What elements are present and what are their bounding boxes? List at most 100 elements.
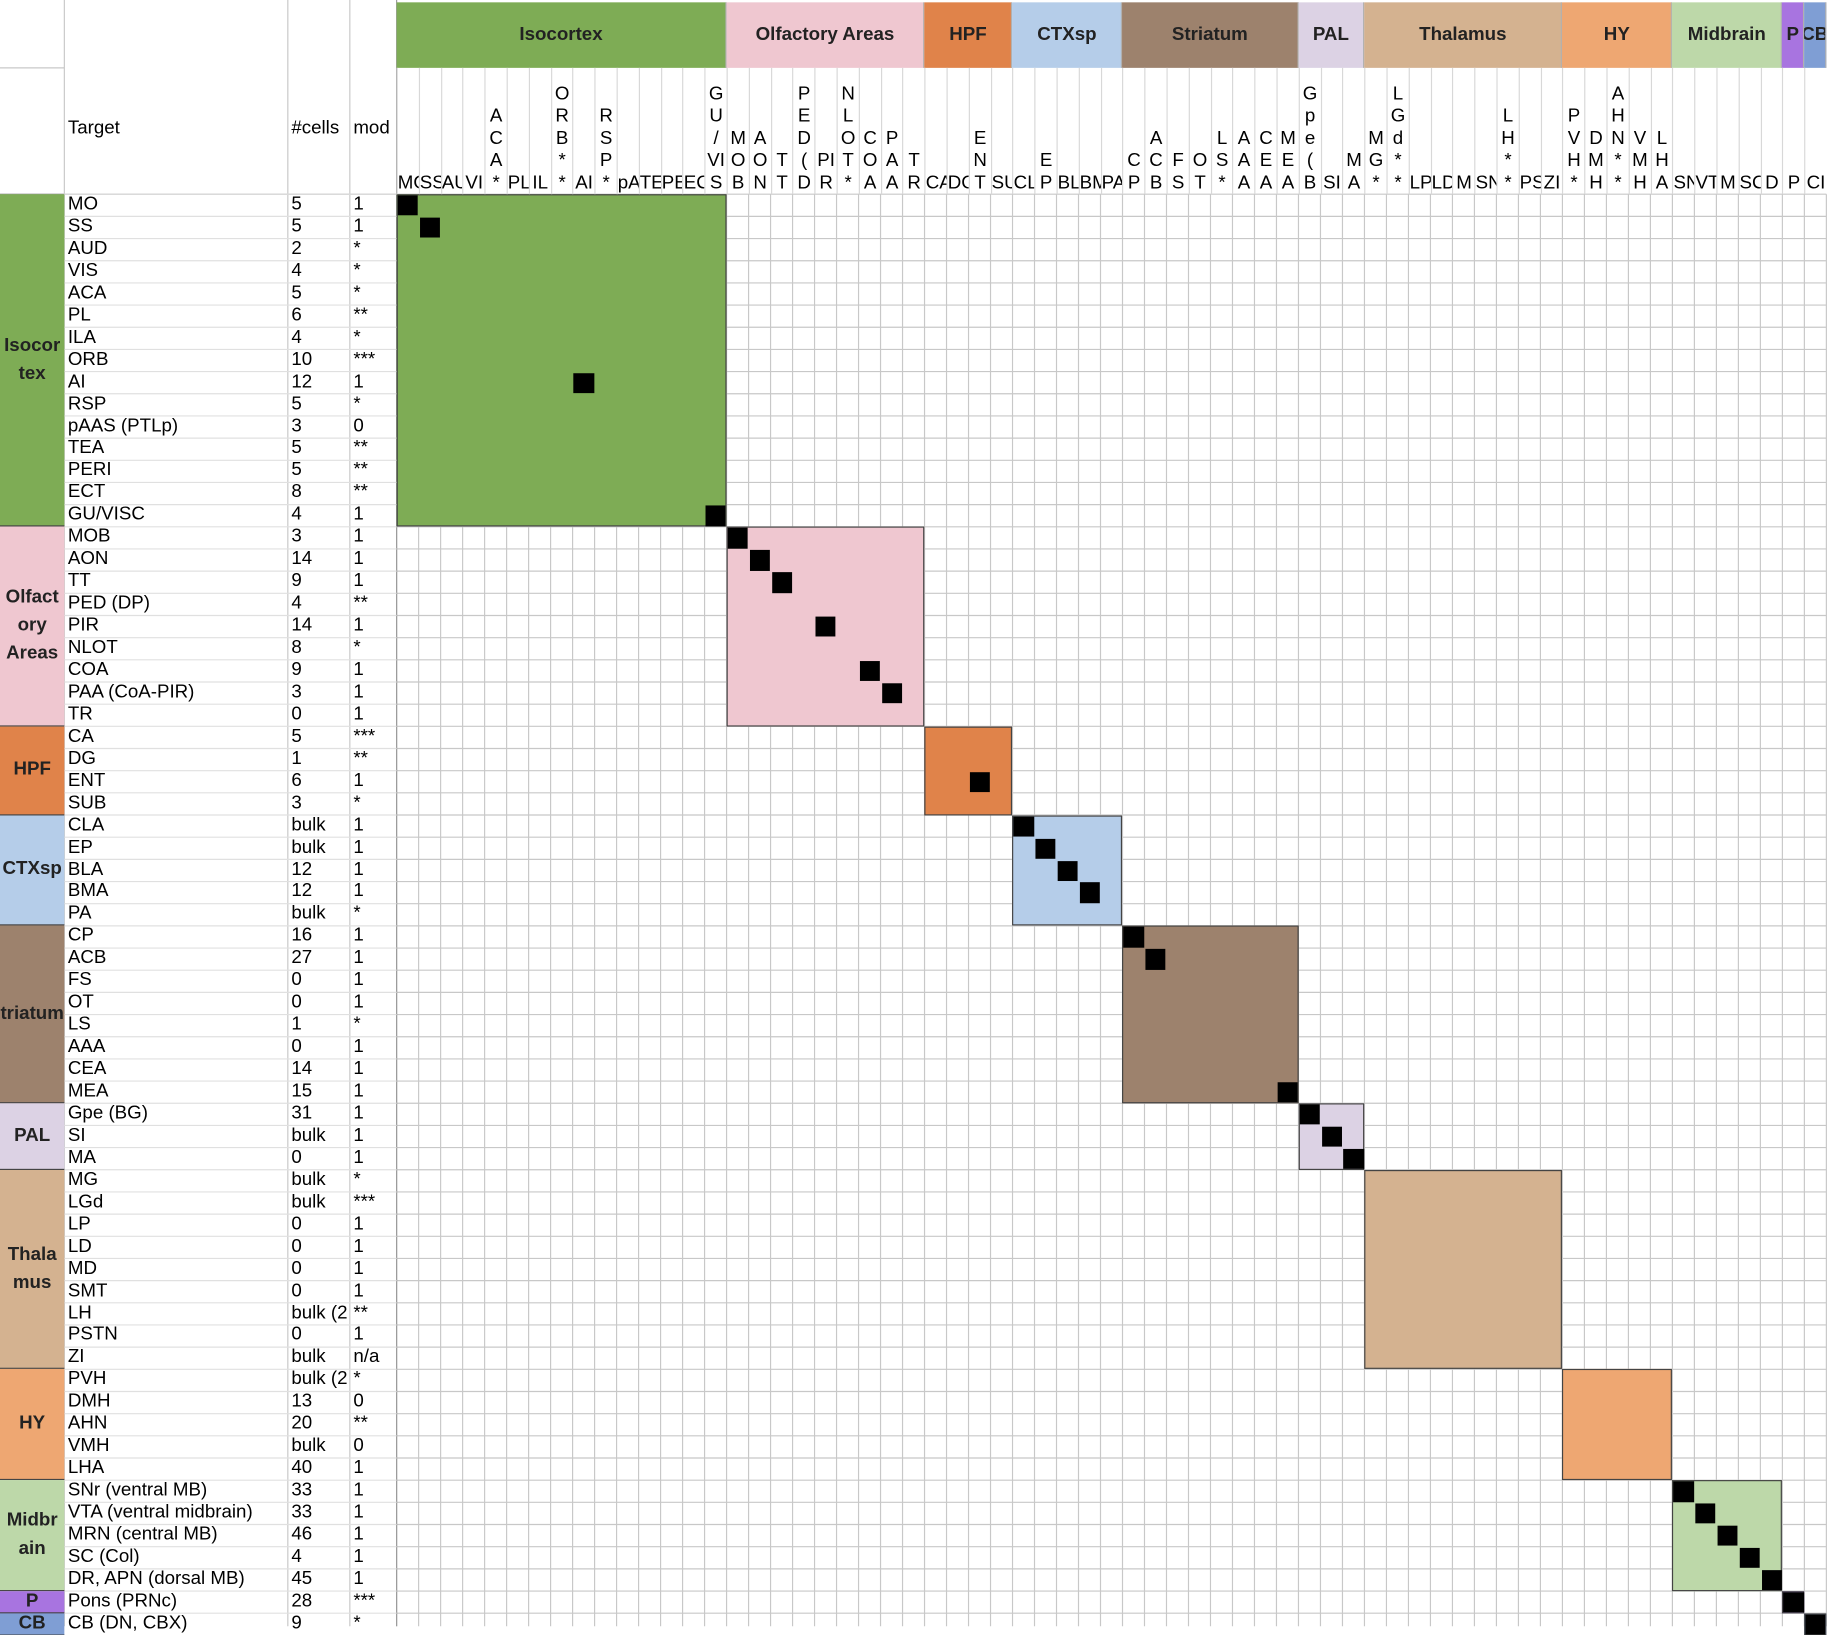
row-mod: ** (353, 748, 368, 769)
row-cells: 3 (291, 415, 302, 436)
row-mod: ** (353, 305, 368, 325)
column-header: P E D(D (792, 67, 815, 195)
row-cells: 0 (291, 1214, 302, 1234)
column-header: FS (1166, 67, 1188, 195)
column-header: AU (440, 67, 463, 195)
row-target: OT (67, 992, 94, 1013)
row-target: ACB (67, 948, 107, 968)
row-cells: 40 (291, 1457, 313, 1478)
column-header: PE (660, 67, 683, 195)
column-header: MEA (1276, 67, 1298, 195)
row-mod: ** (353, 1302, 368, 1323)
row-cells: 2 (291, 238, 302, 259)
row-target: PAA (CoA-PIR) (67, 681, 195, 702)
row-mod: * (353, 792, 361, 813)
group-header-olfactory: Olfactory Areas (726, 2, 925, 68)
row-group-ctxsp: CTXsp (0, 815, 65, 926)
block-thalamus (1364, 1169, 1563, 1370)
column-header: SN (1672, 67, 1694, 195)
row-mod: * (353, 1169, 361, 1190)
row-cells: 20 (291, 1413, 313, 1434)
row-target: LGd (67, 1191, 104, 1212)
group-header-hpf: HPF (924, 2, 1013, 68)
row-target: SS (67, 216, 93, 237)
row-target: GU/VISC (67, 504, 145, 525)
row-target: AHN (67, 1413, 108, 1434)
row-target: DMH (67, 1391, 111, 1412)
row-cells: 0 (291, 1236, 302, 1257)
row-cells: 5 (291, 460, 302, 481)
column-header: DMH (1584, 67, 1606, 195)
column-header: D (1760, 67, 1782, 195)
block-isocortex (396, 194, 727, 527)
row-cells: 0 (291, 704, 302, 725)
row-target: SNr (ventral MB) (67, 1480, 208, 1501)
row-mod: 1 (353, 1258, 364, 1279)
row-cells: 12 (291, 881, 313, 902)
column-header: LHA (1650, 67, 1672, 195)
row-cells: 15 (291, 1081, 313, 1101)
column-header: VT (1694, 67, 1716, 195)
row-target: SI (67, 1125, 86, 1146)
row-target: BMA (67, 881, 109, 902)
row-cells: 0 (291, 1324, 302, 1345)
row-cells: 5 (291, 282, 302, 303)
row-mod: 1 (353, 1324, 364, 1345)
column-header: PA (1100, 67, 1122, 195)
row-target: CA (67, 726, 94, 747)
mark-cell (969, 771, 990, 793)
row-cells: 1 (291, 748, 302, 769)
row-target: SUB (67, 792, 107, 813)
column-header: SI (1320, 67, 1342, 195)
row-mod: 1 (353, 615, 364, 636)
row-mod: * (353, 327, 361, 348)
row-mod: 1 (353, 837, 364, 858)
row-cells: 5 (291, 216, 302, 237)
row-group-cb: CB (0, 1613, 65, 1635)
column-header: AON (748, 67, 771, 195)
group-header-hy: HY (1562, 2, 1673, 68)
row-cells: 4 (291, 1546, 302, 1567)
row-cells: 4 (291, 593, 302, 614)
row-target: LD (67, 1236, 92, 1257)
row-mod: 1 (353, 770, 364, 791)
column-header: BL (1056, 67, 1079, 195)
column-header: CA (924, 67, 947, 195)
row-mod: *** (353, 349, 376, 370)
column-header: LD (1430, 67, 1452, 195)
row-target: FS (67, 970, 92, 991)
column-header: PL (506, 67, 529, 195)
row-target: PL (67, 305, 91, 325)
spreadsheet: Target #cells mod Isocortex Olfactory Are… (0, 0, 1830, 1635)
row-mod: * (353, 1369, 361, 1390)
row-mod: 1 (353, 1103, 364, 1124)
row-mod: 1 (353, 548, 364, 569)
mark-cell (1277, 1082, 1298, 1103)
row-mod: 1 (353, 659, 364, 680)
row-cells: bulk (2 (291, 1302, 348, 1323)
row-cells: 27 (291, 948, 313, 968)
row-target: MRN (central MB) (67, 1524, 218, 1545)
row-cells: bulk (291, 1435, 326, 1456)
row-mod: 1 (353, 371, 364, 392)
mark-cell (749, 550, 770, 571)
row-cells: bulk (291, 1191, 326, 1212)
column-header: CL (1012, 67, 1034, 195)
mark-cell (1783, 1592, 1804, 1613)
group-header-isocortex: Isocortex (396, 2, 727, 68)
column-header: L S * (1210, 67, 1232, 195)
row-target: LH (67, 1302, 92, 1323)
row-mod: 0 (353, 1391, 364, 1412)
row-target: CB (DN, CBX) (67, 1613, 188, 1634)
row-cells: 33 (291, 1480, 313, 1501)
row-mod: * (353, 282, 361, 303)
row-cells: 13 (291, 1391, 313, 1412)
row-target: BLA (67, 859, 104, 880)
row-mod: 1 (353, 1524, 364, 1545)
column-header: SU (990, 67, 1013, 195)
row-group-isocortex: Isocor tex (0, 194, 65, 527)
row-cells: 4 (291, 504, 302, 525)
row-target: ILA (67, 327, 96, 348)
row-mod: *** (353, 726, 376, 747)
column-header: PI R (814, 67, 837, 195)
